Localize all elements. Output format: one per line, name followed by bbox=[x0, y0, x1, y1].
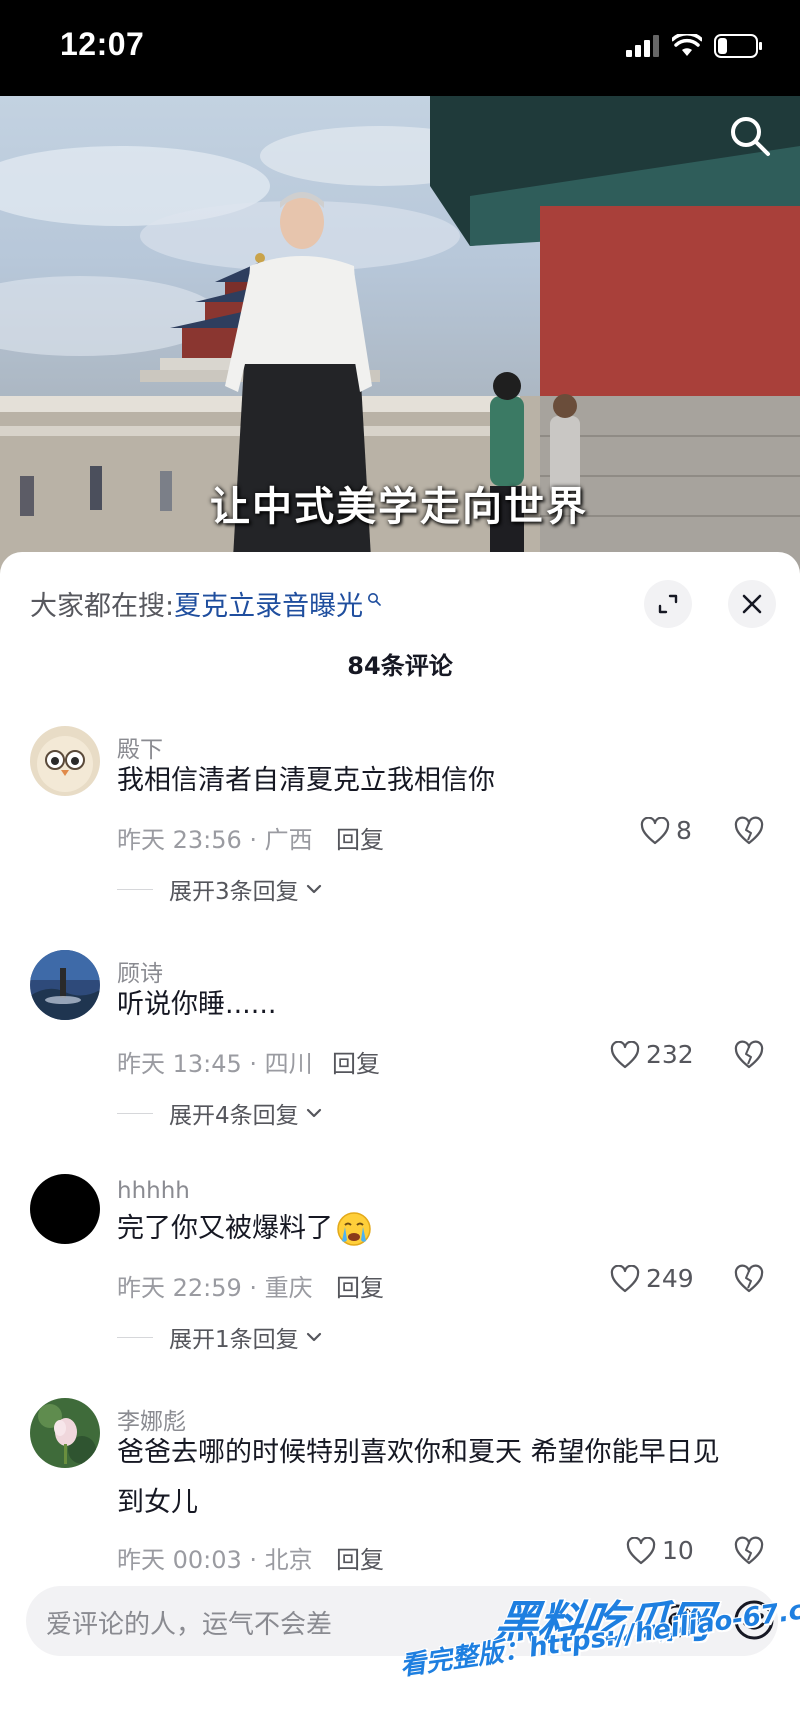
flower-avatar-image bbox=[30, 1398, 100, 1468]
like-button[interactable]: 232 bbox=[610, 1040, 694, 1069]
avatar[interactable] bbox=[30, 1398, 100, 1468]
chevron-down-icon bbox=[306, 1332, 321, 1342]
like-button[interactable]: 249 bbox=[610, 1264, 694, 1293]
video-player[interactable]: 让中式美学走向世界 bbox=[0, 96, 800, 576]
like-count: 249 bbox=[646, 1264, 694, 1293]
avatar[interactable] bbox=[30, 950, 100, 1020]
broken-heart-icon bbox=[734, 816, 764, 845]
crying-emoji-icon bbox=[337, 1212, 371, 1246]
reply-button[interactable]: 回复 bbox=[336, 1540, 384, 1575]
dislike-button[interactable] bbox=[733, 1040, 765, 1074]
expand-replies-button[interactable]: 展开3条回复 bbox=[117, 872, 323, 906]
comment-meta: 昨天 13:45 · 四川 bbox=[117, 1050, 313, 1078]
comment-input-placeholder: 爱评论的人，运气不会差 bbox=[46, 1610, 333, 1640]
heart-icon bbox=[610, 1040, 640, 1068]
owl-avatar-image bbox=[30, 726, 100, 796]
search-icon bbox=[731, 117, 770, 156]
chevron-down-icon bbox=[306, 884, 321, 894]
comment-sheet: 大家都在搜: 夏克立录音曝光 84条评论 殿下 我相信清者自清夏克立我相信你 昨… bbox=[0, 552, 800, 1733]
expand-sheet-button[interactable] bbox=[644, 580, 692, 628]
broken-heart-icon bbox=[734, 1264, 764, 1293]
like-button[interactable]: 10 bbox=[626, 1536, 694, 1565]
like-count: 232 bbox=[646, 1040, 694, 1069]
landscape-avatar-image bbox=[30, 950, 100, 1020]
close-sheet-button[interactable] bbox=[728, 580, 776, 628]
avatar[interactable] bbox=[30, 1174, 100, 1244]
expand-replies-button[interactable]: 展开1条回复 bbox=[117, 1320, 323, 1354]
heart-icon bbox=[640, 816, 670, 844]
comment-text-line: 爸爸去哪的时候特别喜欢你和夏天 希望你能早日见 bbox=[117, 1437, 720, 1468]
like-button[interactable]: 8 bbox=[640, 816, 692, 845]
comment-meta: 昨天 23:56 · 广西 bbox=[117, 826, 313, 854]
comment-text-line: 到女儿 bbox=[117, 1487, 198, 1518]
divider bbox=[117, 888, 153, 890]
dislike-button[interactable] bbox=[733, 1264, 765, 1298]
comment-username[interactable]: hhhhh bbox=[117, 1178, 190, 1204]
expand-replies-button[interactable]: 展开4条回复 bbox=[117, 1096, 323, 1130]
comment-text: 听说你睡...... bbox=[117, 989, 277, 1020]
expand-replies-label: 展开1条回复 bbox=[169, 1327, 299, 1353]
status-bar: 12:07 bbox=[0, 0, 800, 96]
comment-text-row: 完了你又被爆料了 bbox=[117, 1204, 757, 1254]
dislike-button[interactable] bbox=[733, 816, 765, 850]
expand-icon bbox=[658, 594, 678, 614]
heart-icon bbox=[626, 1536, 656, 1564]
avatar[interactable] bbox=[30, 726, 100, 796]
status-time: 12:07 bbox=[60, 26, 145, 62]
signal-icon bbox=[626, 35, 659, 57]
comment-meta: 昨天 22:59 · 重庆 bbox=[117, 1274, 313, 1302]
broken-heart-icon bbox=[734, 1536, 764, 1565]
comment-text: 完了你又被爆料了 bbox=[117, 1213, 333, 1244]
search-suggestion-prefix: 大家都在搜: bbox=[30, 591, 175, 622]
broken-heart-icon bbox=[734, 1040, 764, 1069]
divider bbox=[117, 1336, 153, 1338]
divider bbox=[117, 1112, 153, 1114]
comment-meta: 昨天 00:03 · 北京 bbox=[117, 1546, 313, 1574]
status-icons bbox=[626, 34, 764, 58]
like-count: 10 bbox=[662, 1536, 694, 1565]
reply-button[interactable]: 回复 bbox=[332, 1044, 380, 1079]
small-search-icon bbox=[368, 592, 381, 606]
wifi-icon bbox=[672, 34, 702, 56]
expand-replies-label: 展开3条回复 bbox=[169, 879, 299, 905]
comment-text: 爸爸去哪的时候特别喜欢你和夏天 希望你能早日见 到女儿 bbox=[117, 1428, 757, 1528]
dislike-button[interactable] bbox=[733, 1536, 765, 1570]
close-icon bbox=[742, 594, 762, 614]
reply-button[interactable]: 回复 bbox=[336, 820, 384, 855]
video-search-button[interactable] bbox=[728, 114, 772, 162]
search-suggestion-keyword[interactable]: 夏克立录音曝光 bbox=[174, 584, 363, 623]
reply-button[interactable]: 回复 bbox=[336, 1268, 384, 1303]
chevron-down-icon bbox=[306, 1108, 321, 1118]
search-suggestion[interactable]: 大家都在搜: 夏克立录音曝光 bbox=[30, 584, 381, 623]
video-caption: 让中式美学走向世界 bbox=[210, 483, 588, 530]
comment-text: 我相信清者自清夏克立我相信你 bbox=[117, 765, 495, 796]
battery-icon bbox=[714, 34, 762, 58]
expand-replies-label: 展开4条回复 bbox=[169, 1103, 299, 1129]
like-count: 8 bbox=[676, 816, 692, 845]
comment-count: 84条评论 bbox=[347, 652, 453, 680]
heart-icon bbox=[610, 1264, 640, 1292]
